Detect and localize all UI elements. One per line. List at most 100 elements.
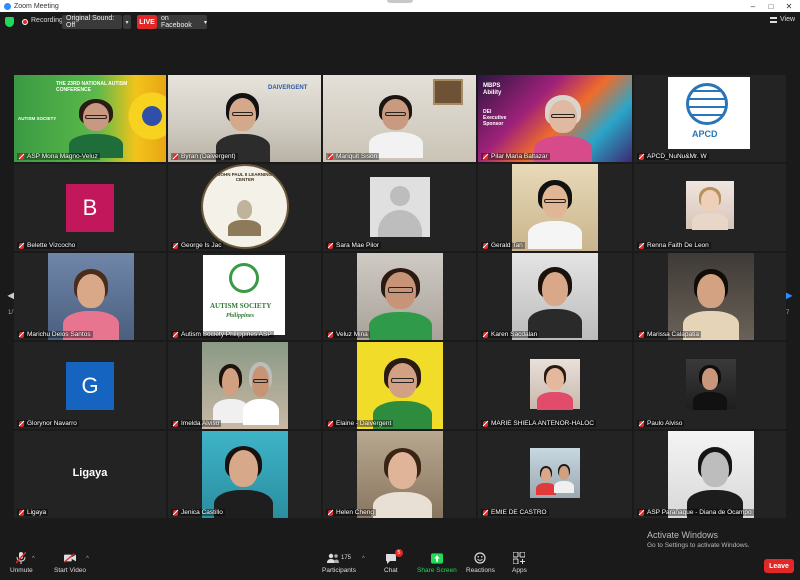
video-tile[interactable]: Marichu Delos Santos (14, 253, 166, 340)
video-tile[interactable]: Karen Sacdalan (478, 253, 632, 340)
security-shield-icon[interactable] (5, 17, 14, 27)
muted-mic-icon (328, 331, 333, 338)
share-screen-button[interactable]: Share Screen (417, 552, 457, 574)
watermark-title: Activate Windows (647, 530, 719, 540)
start-video-button[interactable]: Start Video (54, 552, 86, 574)
video-tile[interactable]: Mariquit Sison (323, 75, 476, 162)
participant-name: Karen Sacdalan (481, 331, 540, 338)
participant-name: Jenica Castillo (171, 509, 225, 516)
chevron-down-icon: ▾ (203, 19, 207, 26)
participants-button[interactable]: 175 Participants (322, 552, 356, 574)
participant-avatar (370, 356, 436, 429)
participant-count: 175 (340, 555, 351, 561)
participant-name: Veluz Mina (326, 331, 370, 338)
video-tile[interactable]: THE 23RD NATIONAL AUTISM CONFERENCE AUTI… (14, 75, 166, 162)
video-tile-active-speaker[interactable]: MBPS Ability DEI Executive Sponsor Pilar… (478, 75, 632, 162)
video-tile[interactable]: Elaine - Daivergent (323, 342, 476, 429)
video-tile[interactable]: MARIE SHIELA ANTENOR-HALOC (478, 342, 632, 429)
leave-button[interactable]: Leave (764, 559, 794, 573)
video-tile[interactable]: Imelda Alviso (168, 342, 321, 429)
muted-mic-icon (173, 242, 178, 249)
participant-name: Renna Faith De Leon (637, 242, 711, 249)
video-tile[interactable]: Veluz Mina (323, 253, 476, 340)
minimize-icon[interactable]: – (744, 0, 762, 12)
participant-avatar (213, 91, 273, 162)
participant-avatar (531, 93, 595, 162)
logo-portrait (227, 196, 263, 237)
participant-avatar (366, 265, 436, 340)
video-tile[interactable]: DAIVERGENT Byran (Daivergent) (168, 75, 321, 162)
participant-name: Gerald Tan (481, 242, 525, 249)
video-tile[interactable]: Renna Faith De Leon (634, 164, 786, 251)
video-tile[interactable]: Ligaya Ligaya (14, 431, 166, 518)
apps-icon (513, 552, 526, 564)
live-stream-target-button[interactable]: on Facebook ▾ (157, 15, 207, 29)
participant-name: Mariquit Sison (326, 153, 380, 160)
participant-avatar (366, 93, 426, 158)
top-notch-handle[interactable] (387, 0, 413, 3)
video-options-chevron-icon[interactable]: ^ (86, 556, 89, 562)
dei-sponsor-text: DEI Executive Sponsor (483, 109, 507, 127)
participants-label: Participants (322, 567, 356, 574)
chat-label: Chat (384, 567, 398, 574)
participant-name: Sara Mae Pilor (326, 242, 381, 249)
participant-avatar (370, 445, 436, 518)
autism-society-logo-text: AUTISM SOCIETY (18, 116, 57, 121)
share-screen-icon (430, 552, 443, 564)
video-tile[interactable]: Gerald Tan (478, 164, 632, 251)
participant-avatar (525, 265, 585, 338)
participant-name: ASP Parañaque - Diana de Ocampo (637, 509, 754, 516)
muted-mic-icon (328, 242, 333, 249)
chat-unread-badge: 5 (394, 549, 403, 557)
participants-options-chevron-icon[interactable]: ^ (362, 556, 365, 562)
recording-label: Recording (31, 17, 63, 24)
participant-name: Marichu Delos Santos (17, 331, 93, 338)
participant-name: Paulo Alviso (637, 420, 685, 427)
participant-name: Belette Vizcocho (17, 242, 78, 249)
recording-icon (22, 19, 28, 25)
maximize-icon[interactable]: □ (762, 0, 780, 12)
chat-button[interactable]: 5 Chat (384, 549, 403, 574)
muted-mic-icon (173, 331, 178, 338)
view-button[interactable]: View (770, 16, 795, 23)
audio-options-chevron-icon[interactable]: ^ (32, 556, 35, 562)
video-tile[interactable]: JOHN PAUL II LEARNING CENTER George Is J… (168, 164, 321, 251)
autism-society-emblem-icon (229, 263, 259, 293)
apps-button[interactable]: Apps (512, 552, 527, 574)
video-tile[interactable]: Jenica Castillo (168, 431, 321, 518)
watermark-subtitle: Go to Settings to activate Windows. (647, 542, 750, 549)
video-tile[interactable]: APCD APCD_NuNu&Mr. W (634, 75, 786, 162)
video-tile[interactable]: Helen Cheng (323, 431, 476, 518)
reactions-button[interactable]: Reactions (466, 552, 495, 574)
meeting-toolbar: Unmute ^ Start Video ^ 175 Participants … (0, 549, 800, 580)
video-tile[interactable]: B Belette Vizcocho (14, 164, 166, 251)
video-tile[interactable]: EMIE DE CASTRO (478, 431, 632, 518)
participant-name: Byran (Daivergent) (171, 153, 238, 160)
meeting-top-bar: Recording Original Sound: Off ▾ LIVE on … (0, 12, 800, 32)
close-icon[interactable]: ✕ (780, 0, 798, 12)
learning-center-logo-text: JOHN PAUL II LEARNING CENTER (217, 172, 273, 182)
chat-icon: 5 (385, 549, 403, 564)
muted-mic-icon (19, 153, 24, 160)
participant-name: Autism Society Philippines ASP (171, 331, 274, 338)
video-tile[interactable]: Sara Mae Pilor (323, 164, 476, 251)
video-tile[interactable]: G Glorynor Navarro (14, 342, 166, 429)
muted-mic-icon (173, 153, 178, 160)
muted-mic-icon (19, 242, 24, 249)
video-tile[interactable]: AUTISM SOCIETY Philippines Autism Societ… (168, 253, 321, 340)
muted-mic-icon (173, 420, 178, 427)
participant-name: EMIE DE CASTRO (481, 509, 549, 516)
participant-avatar (211, 443, 277, 518)
live-target-label: on Facebook (161, 15, 192, 29)
unmute-button[interactable]: Unmute (10, 552, 33, 574)
muted-mic-icon (483, 509, 488, 516)
video-tile[interactable]: ASP Parañaque - Diana de Ocampo (634, 431, 786, 518)
video-tile[interactable]: Paulo Alviso (634, 342, 786, 429)
video-tile[interactable]: Marissa Calapatia (634, 253, 786, 340)
original-sound-button[interactable]: Original Sound: Off (62, 15, 122, 29)
globe-logo-icon (686, 83, 728, 125)
chevron-down-icon[interactable]: ▾ (123, 15, 131, 29)
gallery-view-icon (770, 16, 777, 23)
muted-mic-icon (483, 153, 488, 160)
participant-name: ASP Mona Magno-Veluz (17, 153, 100, 160)
